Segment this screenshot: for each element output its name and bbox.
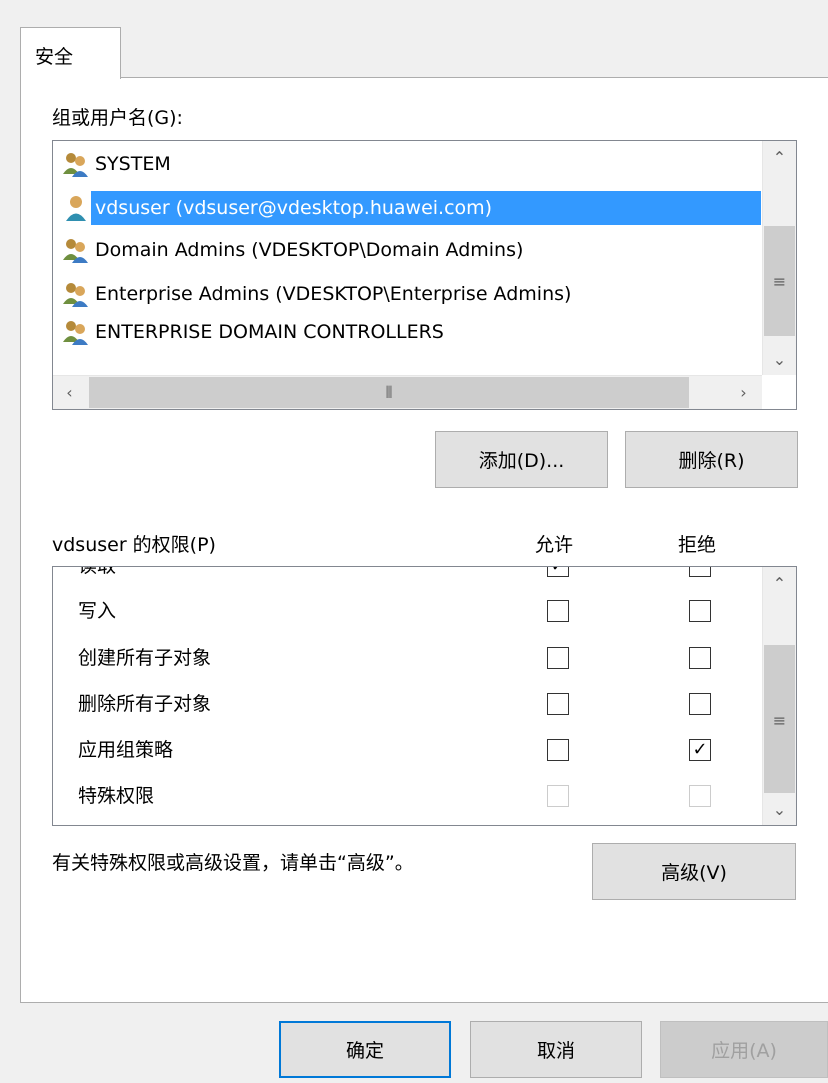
deny-header: 拒绝 — [678, 534, 717, 556]
cancel-button[interactable]: 取消 — [470, 1021, 642, 1078]
scroll-down-icon[interactable]: ⌄ — [763, 343, 796, 375]
apply-button[interactable]: 应用(A) — [660, 1021, 828, 1078]
allow-checkbox[interactable] — [547, 739, 569, 761]
list-item[interactable]: ENTERPRISE DOMAIN CONTROLLERS — [61, 315, 761, 349]
group-icon — [61, 236, 91, 264]
deny-checkbox[interactable]: ✓ — [689, 739, 711, 761]
list-horizontal-scrollbar[interactable]: ‹ ⦀ › — [53, 375, 762, 409]
scroll-up-icon[interactable]: ⌃ — [763, 141, 796, 173]
permission-name: 特殊权限 — [78, 785, 155, 807]
deny-checkbox[interactable] — [689, 600, 711, 622]
group-user-list[interactable]: SYSTEM vdsuser (vdsuser@vdesktop.huawei.… — [52, 140, 797, 410]
group-icon — [61, 280, 91, 308]
deny-checkbox-disabled — [689, 785, 711, 807]
list-vertical-scrollbar[interactable]: ⌃ ≡ ⌄ — [762, 141, 796, 375]
allow-checkbox[interactable] — [547, 647, 569, 669]
permissions-label: vdsuser 的权限(P) — [52, 534, 216, 556]
scroll-right-icon[interactable]: › — [727, 376, 760, 408]
permission-name: 应用组策略 — [78, 739, 174, 761]
advanced-hint: 有关特殊权限或高级设置，请单击“高级”。 — [52, 852, 414, 874]
ok-button[interactable]: 确定 — [279, 1021, 451, 1078]
group-icon — [61, 150, 91, 178]
permission-row: 应用组策略 ✓ — [53, 727, 763, 773]
scroll-up-icon[interactable]: ⌃ — [763, 567, 796, 599]
permission-row: 删除所有子对象 — [53, 681, 763, 727]
add-button[interactable]: 添加(D)... — [435, 431, 608, 488]
permission-row: 特殊权限 — [53, 773, 763, 819]
deny-checkbox[interactable] — [689, 567, 711, 577]
list-item-label: vdsuser (vdsuser@vdesktop.huawei.com) — [91, 191, 761, 225]
list-item-label: ENTERPRISE DOMAIN CONTROLLERS — [95, 321, 444, 343]
permission-name: 创建所有子对象 — [78, 647, 212, 669]
scrollbar-thumb[interactable]: ⦀ — [89, 377, 689, 408]
list-item-label: SYSTEM — [95, 153, 171, 175]
permission-name: 写入 — [78, 600, 117, 622]
list-item-label: Enterprise Admins (VDESKTOP\Enterprise A… — [95, 283, 572, 305]
permission-row: 读取 ✓ — [53, 566, 763, 589]
groups-label: 组或用户名(G): — [52, 107, 183, 129]
allow-checkbox[interactable] — [547, 693, 569, 715]
allow-checkbox[interactable] — [547, 600, 569, 622]
scroll-left-icon[interactable]: ‹ — [53, 376, 86, 408]
permissions-list[interactable]: 读取 ✓ 写入 创建所有子对象 删除所有子对象 应用组策略 ✓ 特殊权限 ⌃ ≡… — [52, 566, 797, 826]
group-icon — [61, 318, 91, 346]
allow-checkbox-disabled — [547, 785, 569, 807]
list-item[interactable]: Enterprise Admins (VDESKTOP\Enterprise A… — [61, 277, 761, 311]
scrollbar-thumb[interactable]: ≡ — [764, 645, 795, 795]
scrollbar-thumb[interactable]: ≡ — [764, 226, 795, 336]
allow-checkbox[interactable]: ✓ — [547, 567, 569, 577]
permission-name: 删除所有子对象 — [78, 693, 212, 715]
advanced-button[interactable]: 高级(V) — [592, 843, 796, 900]
list-item[interactable]: Domain Admins (VDESKTOP\Domain Admins) — [61, 233, 761, 267]
allow-header: 允许 — [535, 534, 574, 556]
tab-security-label: 安全 — [35, 46, 74, 68]
user-icon — [61, 194, 91, 222]
remove-button[interactable]: 删除(R) — [625, 431, 798, 488]
permission-row: 创建所有子对象 — [53, 635, 763, 681]
list-item-selected[interactable]: vdsuser (vdsuser@vdesktop.huawei.com) — [61, 191, 761, 225]
list-item-label: Domain Admins (VDESKTOP\Domain Admins) — [95, 239, 524, 261]
scroll-down-icon[interactable]: ⌄ — [763, 793, 796, 825]
tab-security[interactable]: 安全 — [20, 27, 121, 79]
deny-checkbox[interactable] — [689, 647, 711, 669]
permission-row: 写入 — [53, 588, 763, 634]
permission-name: 读取 — [78, 566, 117, 577]
list-item[interactable]: SYSTEM — [61, 147, 761, 181]
deny-checkbox[interactable] — [689, 693, 711, 715]
permissions-vertical-scrollbar[interactable]: ⌃ ≡ ⌄ — [762, 567, 796, 825]
